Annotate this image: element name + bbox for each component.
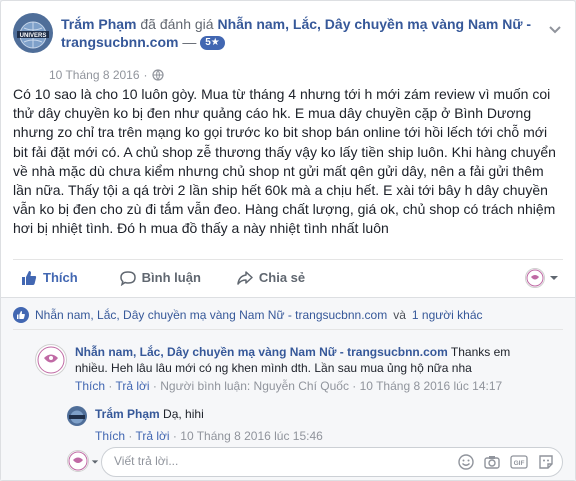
page-logo-icon (526, 269, 544, 287)
page-logo-icon (37, 346, 65, 374)
reply-reply-link[interactable]: Trả lời (135, 429, 169, 443)
actor-selector[interactable] (525, 268, 559, 288)
comment-label: Bình luận (141, 270, 201, 285)
meta-sep: · (352, 379, 357, 393)
reply-text: Dạ, hihi (163, 407, 204, 421)
meta-sep: · (108, 379, 113, 393)
comment-bubble-icon (119, 270, 136, 286)
comment-body: Nhẫn nam, Lắc, Dây chuyền mạ vàng Nam Nữ… (75, 344, 545, 394)
reply-input[interactable] (114, 454, 394, 468)
comment-time[interactable]: 10 Tháng 8 2016 lúc 14:17 (360, 379, 503, 393)
comment-text-start: Thanks em (450, 345, 511, 359)
comment-reply-link[interactable]: Trả lời (115, 379, 149, 393)
author-avatar[interactable]: UNIVERS (13, 13, 53, 53)
comment-author[interactable]: Nhẫn nam, Lắc, Dây chuyền mạ vàng Nam Nữ… (75, 345, 448, 359)
thumbs-up-icon (22, 270, 37, 285)
reply-composer[interactable]: GIF (101, 447, 563, 477)
page-avatar-small (525, 268, 545, 288)
universal-globe-icon (67, 406, 87, 426)
likes-others-link[interactable]: 1 người khác (412, 308, 483, 322)
page-logo-icon (68, 451, 88, 471)
like-reaction-icon (13, 306, 29, 323)
share-arrow-icon (237, 270, 253, 285)
comment-item: Nhẫn nam, Lắc, Dây chuyền mạ vàng Nam Nữ… (35, 344, 563, 400)
caret-down-icon (550, 276, 558, 280)
commenter-info[interactable]: Người bình luận: Nguyễn Chí Quốc (160, 379, 349, 393)
rating-separator: — (182, 34, 197, 50)
reply-line: Trắm Phạm Dạ, hihi (95, 406, 525, 422)
post-text: Có 10 sao là cho 10 luôn gòy. Mua từ thá… (13, 86, 556, 237)
comments-section: Nhẫn nam, Lắc, Dây chuyền mạ vàng Nam Nữ… (1, 297, 575, 480)
globe-privacy-icon[interactable] (151, 69, 164, 81)
rating-badge: 5★ (200, 36, 225, 51)
emoji-icon[interactable] (458, 454, 474, 470)
sticker-icon[interactable] (538, 454, 554, 470)
meta-sep: · (172, 429, 177, 443)
chevron-down-icon[interactable] (547, 21, 563, 37)
reply-author-avatar[interactable] (67, 406, 87, 426)
post-header-text: Trắm Phạm đã đánh giá Nhẫn nam, Lắc, Dây… (61, 15, 539, 51)
share-label: Chia sẻ (258, 270, 306, 285)
reply-author[interactable]: Trắm Phạm (95, 407, 160, 421)
reply-like-link[interactable]: Thích (95, 429, 125, 443)
gif-icon[interactable]: GIF (510, 455, 528, 469)
caret-down-icon[interactable] (91, 458, 99, 466)
meta-separator: · (143, 68, 148, 82)
comment-line-1: Nhẫn nam, Lắc, Dây chuyền mạ vàng Nam Nữ… (75, 344, 545, 360)
comment-button[interactable]: Bình luận (112, 262, 209, 294)
svg-text:GIF: GIF (514, 460, 525, 467)
review-post-card: UNIVERS Trắm Phạm đã đánh giá Nhẫn nam, … (0, 0, 576, 481)
reply-item: Trắm Phạm Dạ, hihi Thích · Trả lời · 10 … (67, 406, 563, 446)
meta-sep: · (128, 429, 133, 443)
camera-icon[interactable] (484, 454, 500, 470)
like-label: Thích (43, 270, 78, 285)
author-name[interactable]: Trắm Phạm (61, 16, 136, 32)
composer-avatar (67, 450, 89, 472)
likes-summary: Nhẫn nam, Lắc, Dây chuyền mạ vàng Nam Nữ… (13, 306, 563, 330)
action-verb: đã đánh giá (140, 16, 214, 32)
comment-like-link[interactable]: Thích (75, 379, 105, 393)
likes-connector: và (393, 307, 406, 322)
meta-sep: · (152, 379, 157, 393)
page-avatar-small (67, 450, 89, 472)
share-button[interactable]: Chia sẻ (229, 262, 313, 294)
svg-text:UNIVERS: UNIVERS (20, 33, 47, 39)
likes-page-link[interactable]: Nhẫn nam, Lắc, Dây chuyền mạ vàng Nam Nữ… (35, 308, 387, 322)
comment-meta: Thích · Trả lời · Người bình luận: Nguyễ… (75, 378, 545, 394)
reply-time[interactable]: 10 Tháng 8 2016 lúc 15:46 (180, 429, 323, 443)
like-button[interactable]: Thích (13, 262, 86, 294)
reply-body: Trắm Phạm Dạ, hihi Thích · Trả lời · 10 … (95, 406, 525, 444)
universal-globe-icon: UNIVERS (13, 13, 53, 53)
commenter-avatar[interactable] (35, 344, 67, 376)
composer-tools: GIF (458, 454, 554, 470)
post-date[interactable]: 10 Tháng 8 2016 (49, 68, 140, 82)
post-header: UNIVERS Trắm Phạm đã đánh giá Nhẫn nam, … (13, 13, 563, 73)
comment-text: nhiều. Heh lâu lâu mới có ng khen mình d… (75, 361, 472, 375)
post-actions-bar: Thích Bình luận Chia sẻ (13, 259, 563, 295)
post-meta: 10 Tháng 8 2016 · (49, 68, 164, 82)
reply-meta: Thích · Trả lời · 10 Tháng 8 2016 lúc 15… (95, 428, 525, 444)
